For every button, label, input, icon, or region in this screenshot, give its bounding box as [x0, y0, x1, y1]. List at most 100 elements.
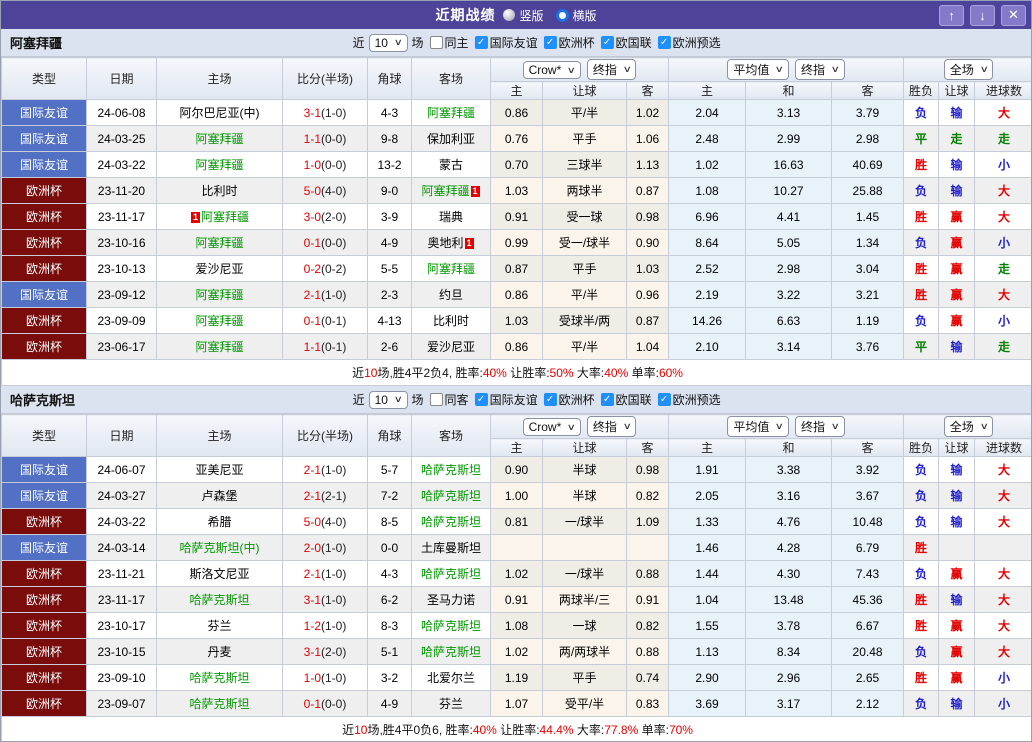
league-checkbox-0[interactable]: ✓ [475, 393, 488, 406]
odds-final-select[interactable]: 终指∨ [587, 416, 637, 437]
date-cell: 24-03-14 [87, 535, 157, 561]
odds-header-group: Crow*∨ 终指∨ [491, 415, 669, 439]
match-count-select[interactable]: 10∨ [369, 391, 408, 409]
corners-cell: 4-13 [368, 308, 412, 334]
match-row: 国际友谊23-09-12阿塞拜疆2-1(1-0)2-3约旦0.86平/半0.96… [2, 282, 1032, 308]
winloss-result-cell: 胜 [904, 613, 939, 639]
filter-controls: 近10∨场同客✓国际友谊✓欧洲杯✓欧国联✓欧洲预选 [353, 391, 721, 409]
odds-provider-select[interactable]: Crow*∨ [523, 61, 581, 79]
avg-away-odds-cell: 6.67 [832, 613, 904, 639]
layout-radio-vertical[interactable]: 竖版 [503, 7, 543, 24]
league-checkbox-1[interactable]: ✓ [544, 393, 557, 406]
league-checkbox-3[interactable]: ✓ [658, 393, 671, 406]
avg-draw-odds-cell: 2.96 [746, 665, 832, 691]
chevron-down-icon: ∨ [623, 421, 632, 432]
fulltime-score: 5-0 [304, 184, 321, 198]
scope-header-group: 全场∨ [904, 415, 1032, 439]
summary-stat-label: 让胜率: [507, 366, 550, 380]
handicap-line-cell: 两球半/三 [543, 587, 627, 613]
same-side-checkbox[interactable] [430, 393, 443, 406]
avg-draw-odds-cell: 3.16 [746, 483, 832, 509]
handicap-home-odds-cell: 0.91 [491, 204, 543, 230]
league-checkbox-2[interactable]: ✓ [601, 36, 614, 49]
score-cell: 3-1(1-0) [283, 100, 368, 126]
halftime-score: (1-0) [321, 567, 346, 581]
handicap-home-odds-cell: 0.99 [491, 230, 543, 256]
handicap-home-odds-cell: 0.70 [491, 152, 543, 178]
league-cell: 欧洲杯 [2, 308, 87, 334]
handicap-result-cell: 输 [939, 178, 975, 204]
home-team-cell: 斯洛文尼亚 [157, 561, 283, 587]
winloss-result-cell: 胜 [904, 282, 939, 308]
average-final-select[interactable]: 终指∨ [795, 416, 845, 437]
avg-away-odds-cell: 1.19 [832, 308, 904, 334]
match-row: 欧洲杯23-06-17阿塞拜疆1-1(0-1)2-6爱沙尼亚0.86平/半1.0… [2, 334, 1032, 360]
score-cell: 0-1(0-0) [283, 691, 368, 717]
away-team-cell: 阿塞拜疆 [412, 100, 491, 126]
near-label: 近 [353, 34, 365, 51]
summary-stat-value: 44.4% [540, 723, 574, 737]
handicap-away-odds-cell: 0.87 [627, 178, 669, 204]
close-button[interactable]: ✕ [1001, 5, 1026, 26]
average-select[interactable]: 平均值∨ [727, 416, 789, 437]
same-side-label: 同客 [445, 391, 469, 408]
match-row: 国际友谊24-03-25阿塞拜疆1-1(0-0)9-8保加利亚0.76平手1.0… [2, 126, 1032, 152]
league-cell: 欧洲杯 [2, 230, 87, 256]
home-team-cell: 卢森堡 [157, 483, 283, 509]
league-checkbox-2[interactable]: ✓ [601, 393, 614, 406]
winloss-result-cell: 平 [904, 126, 939, 152]
avg-away-odds-cell: 3.79 [832, 100, 904, 126]
avg-draw-odds-cell: 2.98 [746, 256, 832, 282]
match-count-select[interactable]: 10∨ [369, 34, 408, 52]
home-team-name: 斯洛文尼亚 [189, 567, 249, 581]
avg-draw-odds-cell: 3.38 [746, 457, 832, 483]
scope-select[interactable]: 全场∨ [944, 59, 994, 80]
league-checkbox-1[interactable]: ✓ [544, 36, 557, 49]
handicap-away-odds-cell: 0.82 [627, 483, 669, 509]
match-row: 国际友谊24-03-14哈萨克斯坦(中)2-0(1-0)0-0土库曼斯坦1.46… [2, 535, 1032, 561]
same-side-label: 同主 [445, 34, 469, 51]
handicap-away-odds-cell: 0.88 [627, 639, 669, 665]
corners-cell: 3-9 [368, 204, 412, 230]
odds-provider-select[interactable]: Crow*∨ [523, 418, 581, 436]
fulltime-score: 0-1 [304, 697, 321, 711]
away-team-cell: 芬兰 [412, 691, 491, 717]
avg-away-odds-cell: 1.34 [832, 230, 904, 256]
summary-stat-label: 单率: [638, 723, 669, 737]
summary-stat-label: 场,胜4平0负6, 胜率: [367, 723, 472, 737]
handicap-home-odds-cell: 0.76 [491, 126, 543, 152]
away-team-name: 芬兰 [439, 697, 463, 711]
handicap-away-odds-cell: 0.82 [627, 613, 669, 639]
league-checkbox-3[interactable]: ✓ [658, 36, 671, 49]
halftime-score: (1-0) [321, 593, 346, 607]
average-select[interactable]: 平均值∨ [727, 59, 789, 80]
match-row: 欧洲杯23-09-07哈萨克斯坦0-1(0-0)4-9芬兰1.07受平/半0.8… [2, 691, 1032, 717]
move-up-button[interactable]: ↑ [939, 5, 964, 26]
section-azerbaijan: 阿塞拜疆 近10∨场同主✓国际友谊✓欧洲杯✓欧国联✓欧洲预选 类型日期主场比分(… [1, 29, 1031, 386]
league-checkbox-0[interactable]: ✓ [475, 36, 488, 49]
move-down-button[interactable]: ↓ [970, 5, 995, 26]
goals-result-cell: 大 [975, 587, 1032, 613]
same-side-checkbox[interactable] [430, 36, 443, 49]
sub-col-header-6: 胜负 [904, 439, 939, 457]
away-team-name: 圣马力诺 [427, 593, 475, 607]
league-checkbox-label: 欧国联 [616, 391, 652, 408]
score-cell: 2-1(1-0) [283, 457, 368, 483]
away-team-name: 蒙古 [439, 158, 463, 172]
goals-result-cell: 大 [975, 483, 1032, 509]
layout-radio-horizontal[interactable]: 横版 [556, 7, 597, 24]
chevron-down-icon: ∨ [394, 394, 403, 405]
handicap-result-cell: 输 [939, 100, 975, 126]
handicap-line-cell: 一球 [543, 613, 627, 639]
match-count-select-value: 10 [375, 36, 388, 50]
home-team-name: 丹麦 [207, 645, 231, 659]
average-final-select[interactable]: 终指∨ [795, 59, 845, 80]
window-title: 近期战绩 [435, 5, 495, 25]
near-label: 近 [353, 391, 365, 408]
halftime-score: (0-1) [321, 340, 346, 354]
col-header-3: 比分(半场) [283, 415, 368, 457]
odds-final-select[interactable]: 终指∨ [587, 59, 637, 80]
winloss-result-cell: 负 [904, 100, 939, 126]
score-cell: 2-1(1-0) [283, 282, 368, 308]
scope-select[interactable]: 全场∨ [944, 416, 994, 437]
